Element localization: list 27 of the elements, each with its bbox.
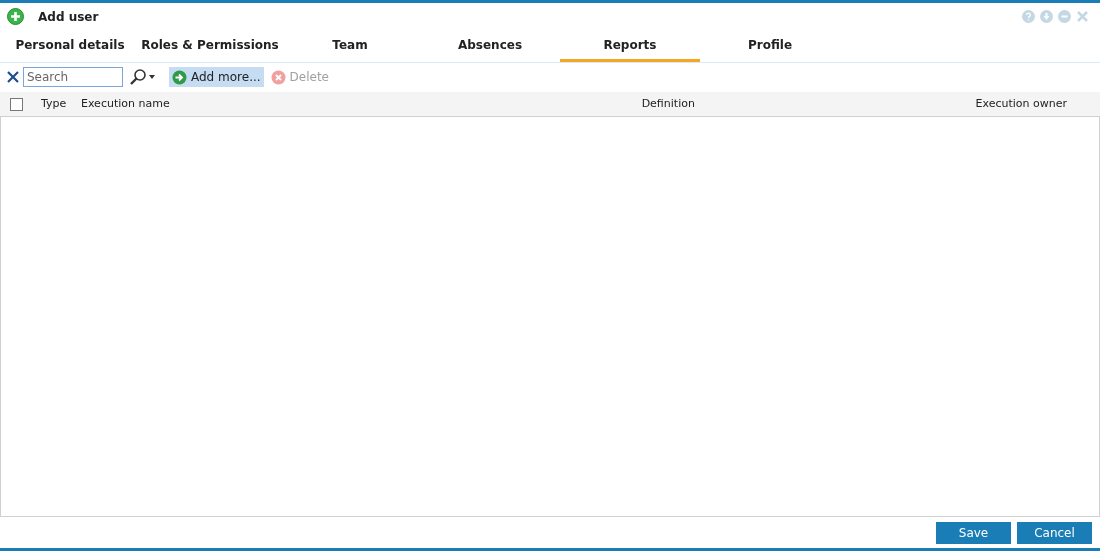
add-more-button[interactable]: Add more...: [169, 67, 264, 87]
dialog-button[interactable]: Save: [936, 521, 1011, 544]
tab[interactable]: Reports: [560, 30, 700, 62]
arrow-right-icon: [172, 69, 187, 85]
column-header: Type: [40, 95, 68, 112]
window-title: Add user: [38, 8, 99, 26]
select-all-checkbox[interactable]: [10, 97, 23, 111]
caret-icon: [149, 75, 155, 79]
column-header: Execution name: [81, 95, 171, 112]
tab[interactable]: Roles & Permissions: [140, 30, 280, 62]
tab[interactable]: Team: [280, 30, 420, 62]
search-dropdown[interactable]: [129, 68, 155, 86]
search-icon: [129, 68, 147, 86]
column-header: Execution owner: [975, 95, 1068, 112]
delete-icon: [270, 69, 286, 85]
dialog-button[interactable]: Cancel: [1017, 521, 1092, 544]
restore-icon[interactable]: [1058, 10, 1071, 23]
add-icon: [7, 8, 24, 25]
clear-icon[interactable]: [7, 71, 19, 83]
search-field[interactable]: Search: [23, 67, 123, 87]
tab[interactable]: Profile: [700, 30, 840, 62]
column-header: Definition: [640, 95, 696, 112]
tab[interactable]: Absences: [420, 30, 560, 62]
tab[interactable]: Personal details: [0, 30, 140, 62]
download-icon[interactable]: [1040, 10, 1053, 23]
close-icon[interactable]: [1076, 10, 1089, 23]
help-icon[interactable]: [1022, 10, 1035, 23]
